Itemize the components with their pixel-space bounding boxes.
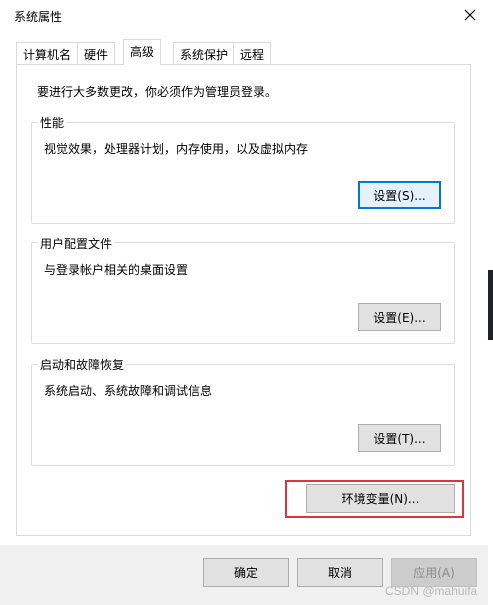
ok-button[interactable]: 确定	[203, 558, 289, 587]
close-button[interactable]	[452, 0, 488, 30]
close-icon	[464, 9, 476, 21]
startup-recovery-group-title: 启动和故障恢复	[38, 356, 127, 373]
apply-button[interactable]: 应用(A)	[391, 558, 477, 587]
tab-system-protection[interactable]: 系统保护	[173, 42, 236, 64]
environment-variables-button[interactable]: 环境变量(N)...	[306, 484, 455, 513]
tab-remote[interactable]: 远程	[233, 42, 272, 64]
user-profiles-group-title: 用户配置文件	[38, 235, 115, 252]
window-title: 系统属性	[14, 10, 63, 24]
performance-group-title: 性能	[38, 114, 67, 131]
tab-advanced[interactable]: 高级	[123, 39, 162, 65]
user-profiles-settings-button[interactable]: 设置(E)...	[358, 303, 441, 331]
tab-hardware[interactable]: 硬件	[77, 42, 116, 64]
watermark: CSDN @mahuifa	[385, 584, 478, 598]
startup-recovery-settings-button[interactable]: 设置(T)...	[358, 424, 441, 452]
desktop-background-dark	[488, 270, 493, 340]
performance-description: 视觉效果，处理器计划，内存使用，以及虚拟内存	[44, 142, 309, 156]
admin-notice: 要进行大多数更改，你必须作为管理员登录。	[37, 85, 278, 99]
tab-computer-name[interactable]: 计算机名	[16, 42, 79, 64]
user-profiles-description: 与登录帐户相关的桌面设置	[44, 263, 189, 277]
performance-settings-button[interactable]: 设置(S)...	[358, 181, 441, 209]
cancel-button[interactable]: 取消	[297, 558, 383, 587]
title-bar[interactable]	[0, 0, 488, 32]
startup-recovery-description: 系统启动、系统故障和调试信息	[44, 384, 213, 398]
